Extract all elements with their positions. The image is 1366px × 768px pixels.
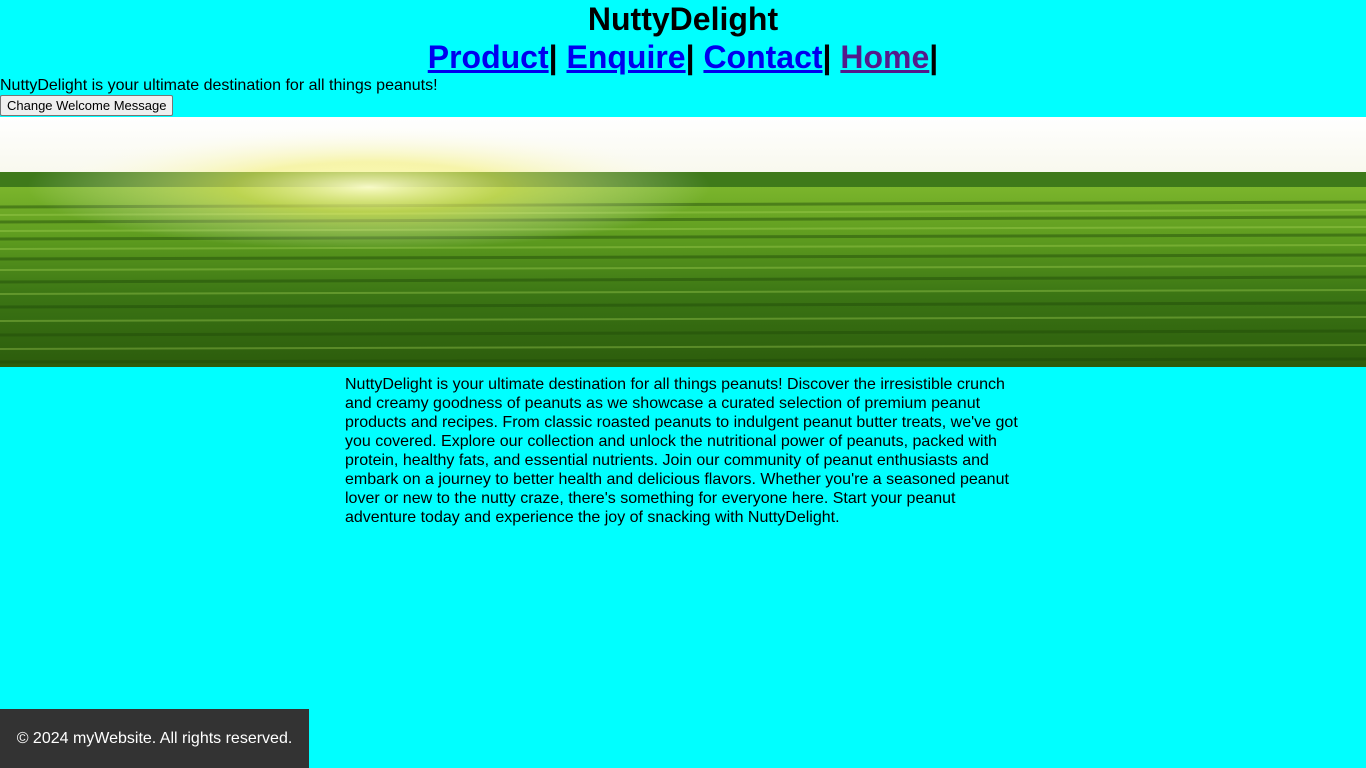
site-header: NuttyDelight Product| Enquire| Contact| … bbox=[0, 0, 1366, 76]
nav-link-contact[interactable]: Contact bbox=[703, 39, 822, 75]
copyright-text: © 2024 myWebsite. All rights reserved. bbox=[16, 730, 293, 747]
hero-image bbox=[0, 117, 1366, 367]
nav-separator: | bbox=[929, 39, 939, 75]
welcome-message: NuttyDelight is your ultimate destinatio… bbox=[0, 77, 438, 94]
main-nav: Product| Enquire| Contact| Home| bbox=[0, 38, 1366, 76]
site-footer: © 2024 myWebsite. All rights reserved. bbox=[0, 709, 309, 768]
nav-link-product[interactable]: Product bbox=[428, 39, 549, 75]
change-welcome-message-button[interactable]: Change Welcome Message bbox=[0, 95, 174, 116]
nav-link-home[interactable]: Home bbox=[840, 39, 929, 75]
intro-paragraph: NuttyDelight is your ultimate destinatio… bbox=[345, 376, 1018, 526]
nav-link-enquire[interactable]: Enquire bbox=[566, 39, 685, 75]
nav-separator: | bbox=[548, 39, 558, 75]
nav-separator: | bbox=[822, 39, 832, 75]
site-title: NuttyDelight bbox=[587, 1, 779, 37]
peanut-field-illustration bbox=[0, 117, 1366, 367]
nav-separator: | bbox=[685, 39, 695, 75]
